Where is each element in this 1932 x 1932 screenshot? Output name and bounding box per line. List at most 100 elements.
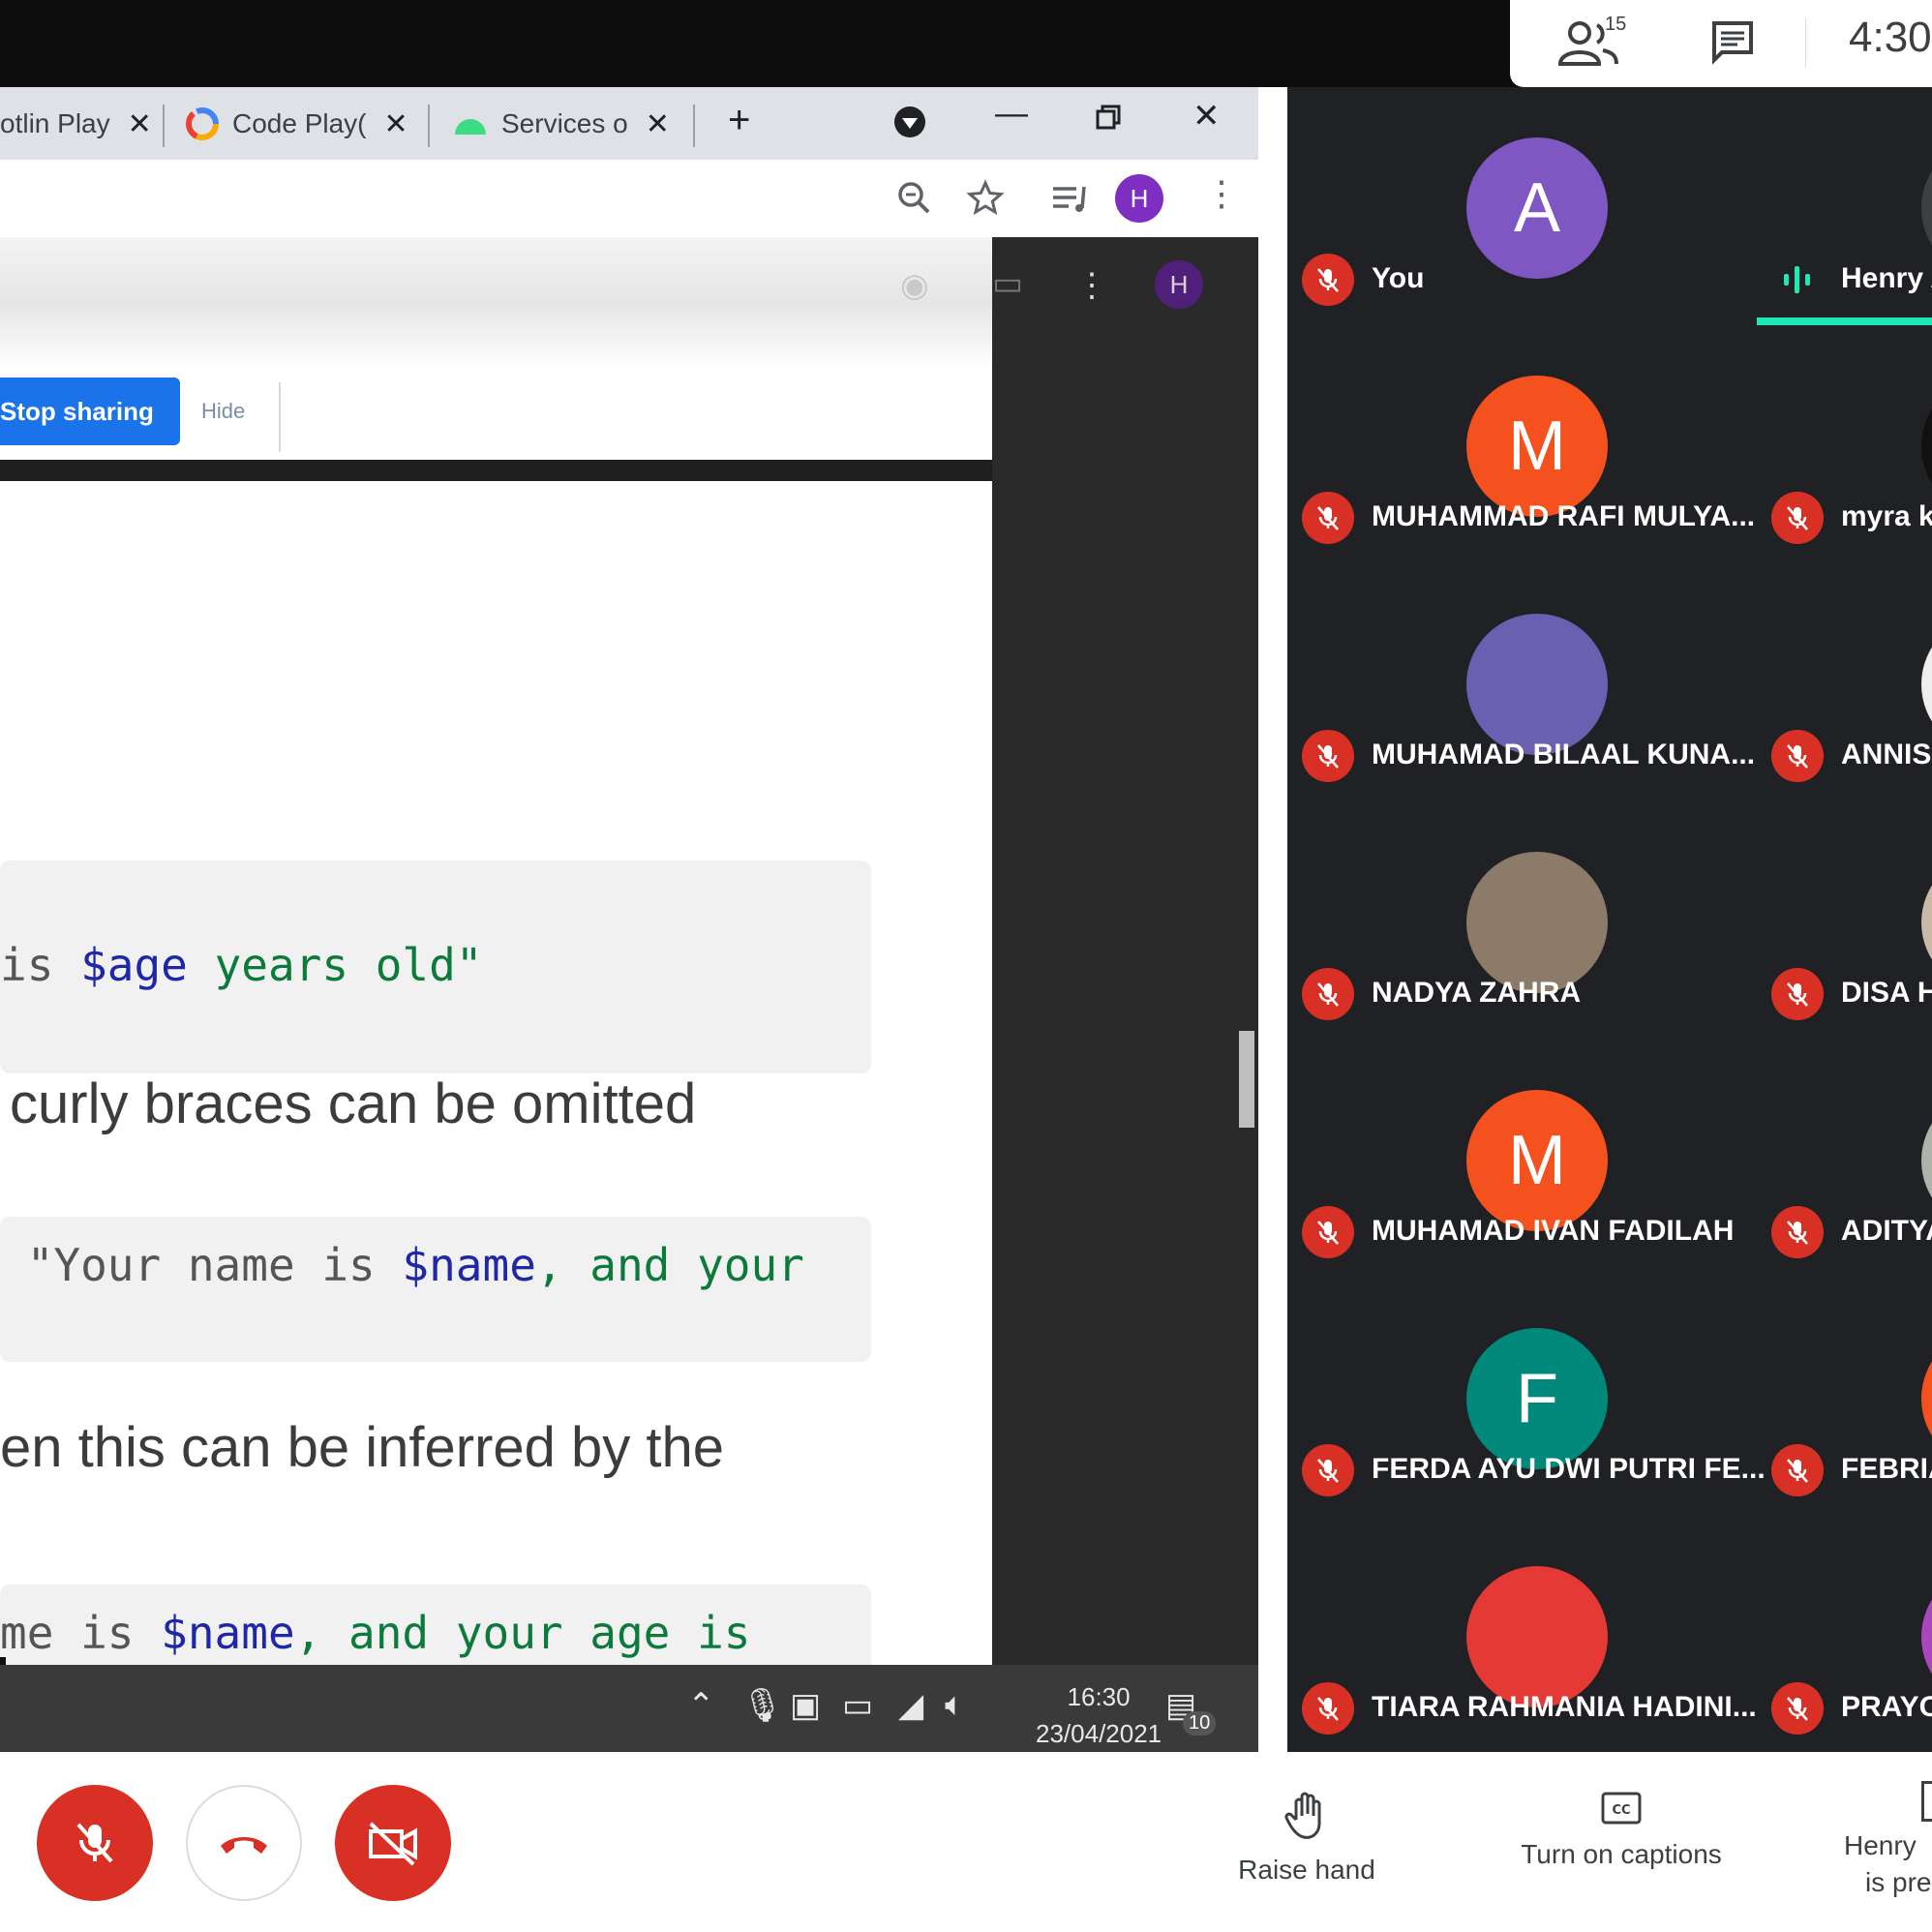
participant-tile[interactable]: FEBRIA (1771, 1278, 1932, 1516)
profile-avatar[interactable]: H (1115, 174, 1163, 223)
participant-name: MUHAMAD IVAN FADILAH (1372, 1215, 1735, 1247)
participant-avatar (1921, 1328, 1932, 1469)
participant-name: You (1372, 262, 1425, 294)
participant-avatar (1921, 1090, 1932, 1231)
participant-tile[interactable]: PRAYO (1771, 1516, 1932, 1752)
tab-label: Services o (501, 108, 628, 138)
participant-tile[interactable]: ANNISA (1771, 563, 1932, 801)
svg-text:CC: CC (1612, 1803, 1630, 1818)
speaking-icon (1771, 254, 1824, 306)
new-tab-button[interactable]: + (728, 99, 750, 142)
mic-off-icon (1771, 968, 1824, 1020)
code-play-favicon-icon (186, 107, 219, 140)
participant-tile[interactable]: ADITYA (1771, 1040, 1932, 1278)
media-icon[interactable] (892, 105, 927, 148)
paragraph-text: curly braces can be omitted (10, 1072, 697, 1135)
captions-icon: CC (1601, 1792, 1642, 1825)
zoom-icon[interactable] (896, 179, 931, 218)
chat-icon[interactable] (1708, 17, 1757, 66)
participant-avatar (1466, 1566, 1608, 1707)
battery-icon[interactable]: ▭ (842, 1686, 873, 1725)
code-block: "Your name is $name, and your (0, 1217, 871, 1362)
wifi-icon[interactable]: ◢ (898, 1686, 923, 1725)
participant-avatar: M (1466, 376, 1608, 517)
account-icon: ◉ (900, 267, 929, 304)
participant-name: MUHAMAD BILAAL KUNA... (1372, 739, 1756, 770)
mic-toggle-button[interactable] (37, 1785, 153, 1901)
raise-hand-button[interactable]: Raise hand (1229, 1791, 1384, 1886)
tab-services[interactable]: Services o ✕ (451, 103, 670, 145)
text-cursor (0, 1657, 6, 1665)
participant-avatar: A (1466, 137, 1608, 279)
scrollbar-thumb[interactable] (1239, 1031, 1254, 1128)
chevron-up-icon[interactable]: ⌃ (687, 1686, 715, 1725)
participant-tile[interactable]: DISA H (1771, 801, 1932, 1040)
tab-label: otlin Play (0, 108, 110, 138)
nested-window-edge (0, 460, 992, 481)
participant-tile[interactable]: NADYA ZAHRA (1302, 801, 1766, 1040)
profile-avatar: H (1155, 260, 1203, 309)
participant-tile[interactable]: Henry A (1771, 87, 1932, 325)
participant-name: TIARA RAHMANIA HADINI... (1372, 1691, 1757, 1723)
hide-button[interactable]: Hide (201, 399, 245, 424)
mic-off-icon (1302, 492, 1354, 544)
presenting-button[interactable]: Henry is pre (1844, 1781, 1932, 1901)
mic-off-icon (1302, 254, 1354, 306)
code-text: , and your age is (294, 1607, 751, 1659)
close-window-icon[interactable]: ✕ (1192, 97, 1221, 136)
meeting-clock: 4:30 (1849, 14, 1932, 61)
hang-up-icon (221, 1837, 267, 1854)
stop-sharing-button[interactable]: Stop sharing (0, 377, 180, 445)
meet-top-right-panel: 15 4:30 (1510, 0, 1932, 87)
participant-avatar (1466, 852, 1608, 993)
code-variable: $name (402, 1239, 536, 1291)
minimize-icon[interactable]: — (995, 95, 1028, 133)
participant-name: ANNISA (1841, 739, 1932, 770)
tab-code-play[interactable]: Code Play( ✕ (184, 103, 408, 145)
close-icon[interactable]: ✕ (384, 107, 408, 141)
participant-tile[interactable]: A You (1302, 87, 1766, 325)
close-icon[interactable]: ✕ (128, 107, 152, 141)
mic-off-icon (1771, 1682, 1824, 1735)
participant-avatar (1921, 376, 1932, 517)
screen-share-icon[interactable]: ▣ (790, 1686, 821, 1725)
participant-name: DISA H (1841, 977, 1932, 1009)
participant-avatar (1466, 614, 1608, 755)
code-block: me is $name, and your age is (0, 1585, 871, 1665)
restore-icon[interactable] (1094, 103, 1123, 140)
notification-badge: 10 (1183, 1711, 1217, 1736)
leave-call-button[interactable] (186, 1785, 302, 1901)
raise-hand-label: Raise hand (1238, 1855, 1375, 1885)
star-icon[interactable] (966, 179, 1005, 218)
mic-off-icon (1771, 492, 1824, 544)
close-icon[interactable]: ✕ (646, 107, 670, 141)
tab-divider (693, 105, 695, 147)
camera-toggle-button[interactable] (335, 1785, 451, 1901)
participant-tile[interactable]: TIARA RAHMANIA HADINI... (1302, 1516, 1766, 1752)
android-icon (455, 119, 486, 135)
participant-avatar (1921, 1566, 1932, 1707)
more-vert-icon[interactable]: ⋮ (1204, 173, 1239, 214)
volume-icon[interactable]: 🔈︎ (945, 1686, 964, 1724)
taskbar-clock[interactable]: 16:30 23/04/2021 (1036, 1678, 1162, 1752)
participant-avatar (1921, 852, 1932, 993)
mic-off-icon (76, 1823, 113, 1863)
taskbar-date: 23/04/2021 (1036, 1719, 1162, 1748)
participant-tile[interactable]: MUHAMAD BILAAL KUNA... (1302, 563, 1766, 801)
participant-grid: A You Henry AMMUHAMMAD RAFI MULYA...myra k… (1287, 87, 1932, 1752)
code-text: is (0, 939, 81, 991)
meet-bottom-toolbar: Raise hand CC Turn on captions Henry is … (0, 1752, 1932, 1932)
participant-name: FERDA AYU DWI PUTRI FE... (1372, 1453, 1766, 1485)
participant-tile[interactable]: F FERDA AYU DWI PUTRI FE... (1302, 1278, 1766, 1516)
tab-kotlin-play[interactable]: otlin Play ✕ (0, 103, 152, 145)
captions-button[interactable]: CC Turn on captions (1505, 1791, 1737, 1870)
browser-toolbar: H ⋮ (0, 160, 1258, 238)
participant-count: 15 (1605, 14, 1627, 35)
participant-name: FEBRIA (1841, 1453, 1932, 1485)
media-playlist-icon[interactable] (1049, 179, 1092, 218)
shared-screen: otlin Play ✕ Code Play( ✕ Services o ✕ + (0, 87, 1287, 1752)
participant-tile[interactable]: myra ka (1771, 325, 1932, 563)
participant-tile[interactable]: M MUHAMAD IVAN FADILAH (1302, 1040, 1766, 1278)
microphone-icon[interactable]: 🎙︎ (741, 1686, 783, 1725)
participant-tile[interactable]: M MUHAMMAD RAFI MULYA... (1302, 325, 1766, 563)
